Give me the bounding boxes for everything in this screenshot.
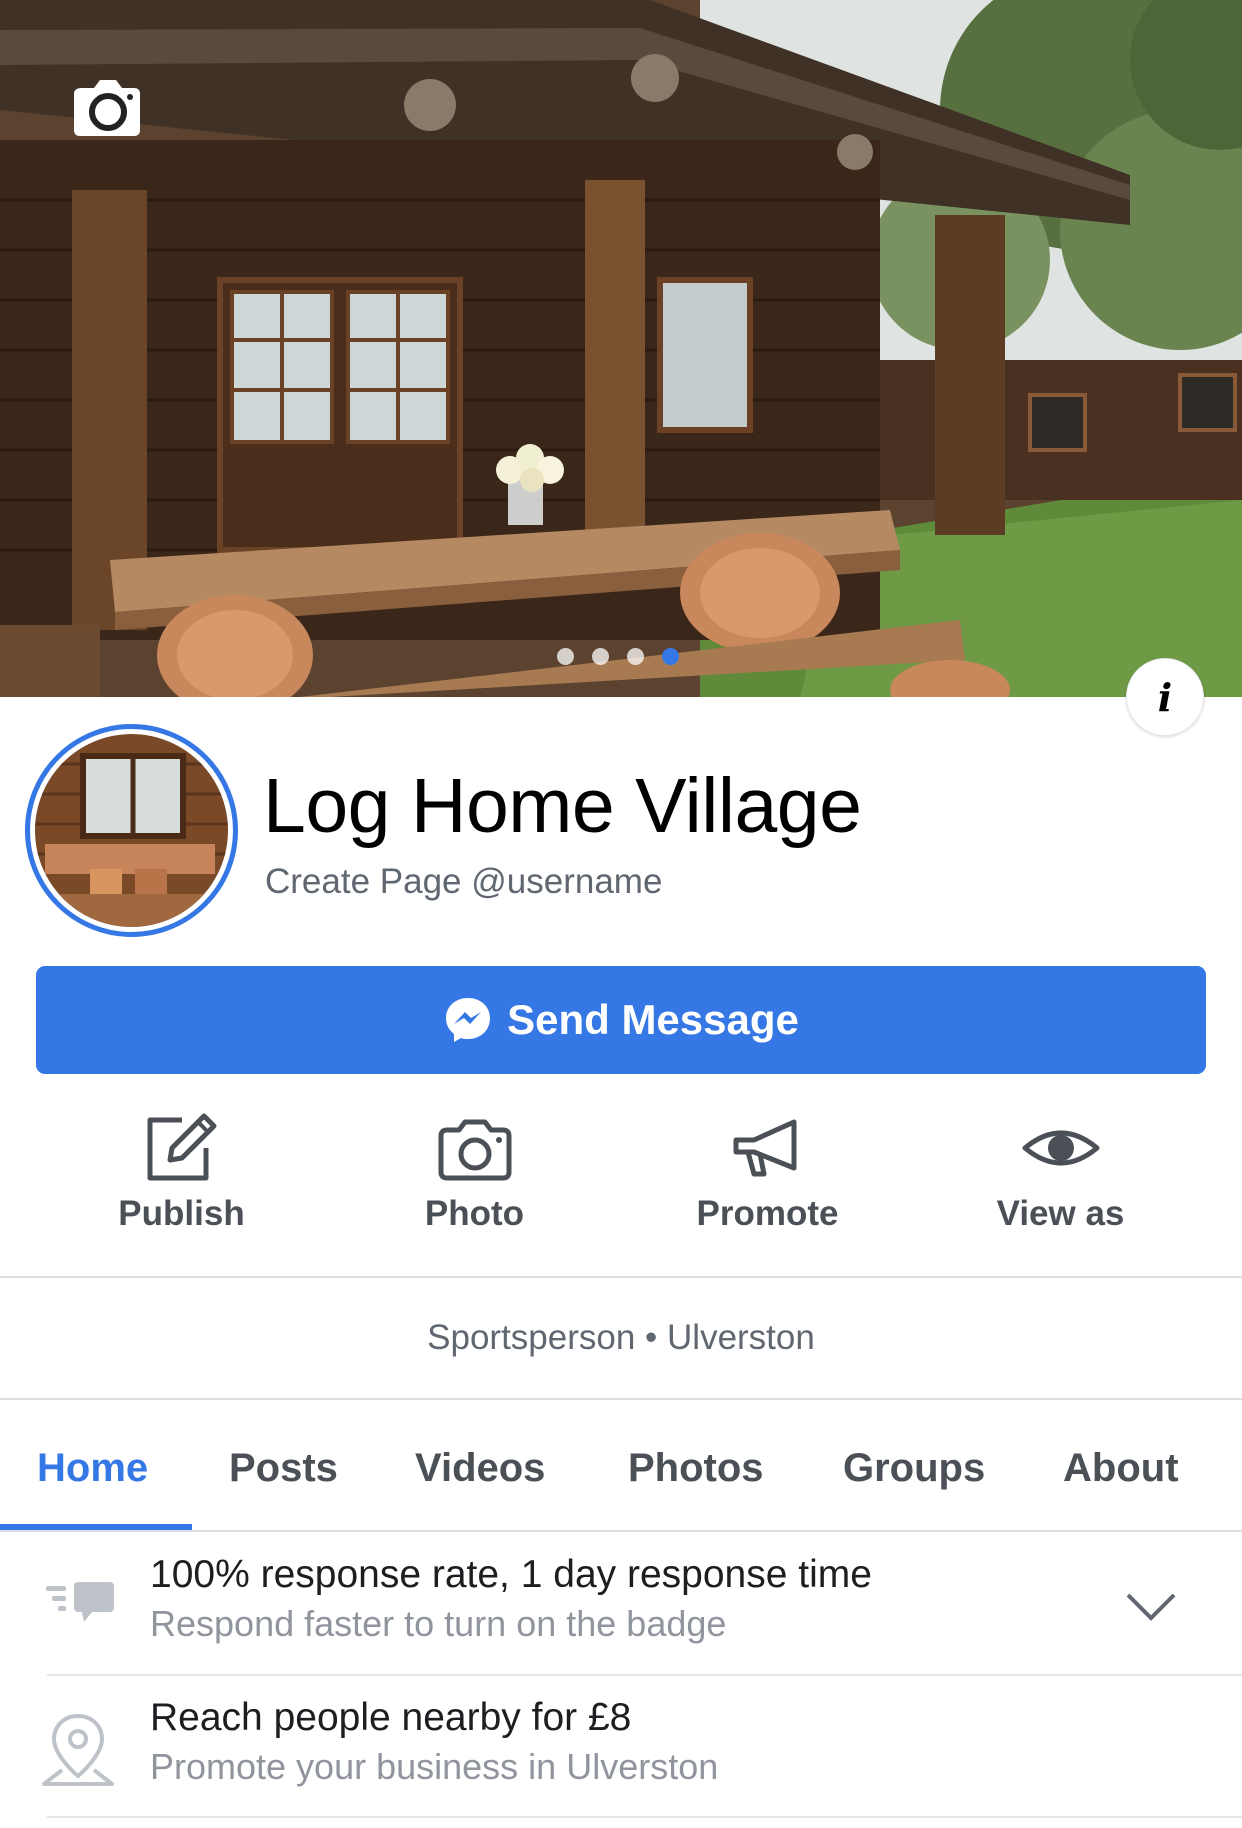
location-pin-icon: [42, 1713, 114, 1786]
photo-label: Photo: [424, 1194, 525, 1233]
cover-photo[interactable]: [0, 0, 1242, 697]
promote-nearby-subtitle: Promote your business in Ulverston: [150, 1746, 719, 1787]
photo-button[interactable]: Photo: [328, 1112, 621, 1242]
info-icon[interactable]: i: [1126, 658, 1204, 736]
chevron-down-icon[interactable]: [1125, 1592, 1177, 1622]
tab-groups[interactable]: Groups: [843, 1446, 985, 1491]
eye-icon: [1022, 1130, 1099, 1166]
promote-nearby-title: Reach people nearby for £8: [150, 1696, 632, 1739]
message-response-icon: [46, 1582, 114, 1622]
response-rate-title: 100% response rate, 1 day response time: [150, 1553, 872, 1596]
response-rate-subtitle: Respond faster to turn on the badge: [150, 1603, 727, 1644]
carousel-dot[interactable]: [592, 648, 609, 665]
tab-about[interactable]: About: [1063, 1446, 1179, 1491]
tab-bar: Home Posts Videos Photos Groups About: [0, 1398, 1242, 1531]
profile-image: [35, 734, 228, 927]
response-rate-row[interactable]: 100% response rate, 1 day response time …: [0, 1532, 1242, 1674]
category-location-line: Sportsperson • Ulverston: [427, 1318, 815, 1357]
tab-videos[interactable]: Videos: [415, 1446, 545, 1491]
cover-camera-icon[interactable]: [72, 76, 142, 138]
cover-image: [0, 0, 1242, 697]
carousel-dots[interactable]: [557, 648, 679, 665]
tab-home[interactable]: Home: [37, 1446, 148, 1491]
send-message-label: Send Message: [507, 996, 799, 1043]
view-as-label: View as: [996, 1194, 1125, 1233]
profile-picture[interactable]: [25, 724, 238, 937]
publish-button[interactable]: Publish: [35, 1112, 328, 1242]
tab-posts[interactable]: Posts: [229, 1446, 338, 1491]
megaphone-icon: [733, 1119, 796, 1177]
carousel-dot[interactable]: [627, 648, 644, 665]
edit-icon: [147, 1113, 216, 1181]
divider: [47, 1816, 1242, 1818]
camera-icon: [438, 1119, 511, 1181]
messenger-icon: [446, 998, 491, 1042]
create-username-link[interactable]: Create Page @username: [265, 862, 662, 902]
carousel-dot-active[interactable]: [662, 648, 679, 665]
tab-photos[interactable]: Photos: [628, 1446, 764, 1491]
send-message-button[interactable]: Send Message: [36, 966, 1206, 1074]
publish-label: Publish: [118, 1194, 245, 1233]
view-as-button[interactable]: View as: [914, 1112, 1207, 1242]
action-bar: Publish Photo Promote View as: [0, 1112, 1242, 1242]
promote-label: Promote: [696, 1194, 839, 1233]
divider: [0, 1276, 1242, 1278]
promote-nearby-row[interactable]: Reach people nearby for £8 Promote your …: [0, 1676, 1242, 1816]
promote-button[interactable]: Promote: [621, 1112, 914, 1242]
carousel-dot[interactable]: [557, 648, 574, 665]
page-title: Log Home Village: [263, 763, 862, 849]
